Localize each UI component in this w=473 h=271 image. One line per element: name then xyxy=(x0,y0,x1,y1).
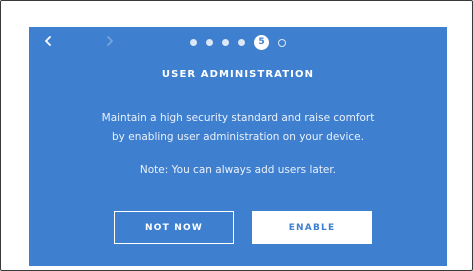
step-dot-current: 5 xyxy=(254,35,269,50)
step-dot-completed xyxy=(190,39,197,46)
description: Maintain a high security standard and ra… xyxy=(39,109,437,147)
step-dot-completed xyxy=(206,39,213,46)
device-frame: 5 USER ADMINISTRATION Maintain a high se… xyxy=(0,0,473,271)
note-text: Note: You can always add users later. xyxy=(139,164,337,176)
page-title: USER ADMINISTRATION xyxy=(161,69,315,80)
step-dot-completed xyxy=(222,39,229,46)
step-indicator: 5 xyxy=(29,35,447,50)
enable-button[interactable]: ENABLE xyxy=(252,211,372,244)
description-line: Maintain a high security standard and ra… xyxy=(101,112,375,124)
step-dot-upcoming xyxy=(278,38,286,47)
not-now-button[interactable]: NOT NOW xyxy=(114,211,234,244)
step-dot-completed xyxy=(238,39,245,46)
setup-wizard-screen: 5 USER ADMINISTRATION Maintain a high se… xyxy=(29,27,447,266)
description-line: by enabling user administration on your … xyxy=(112,131,364,143)
